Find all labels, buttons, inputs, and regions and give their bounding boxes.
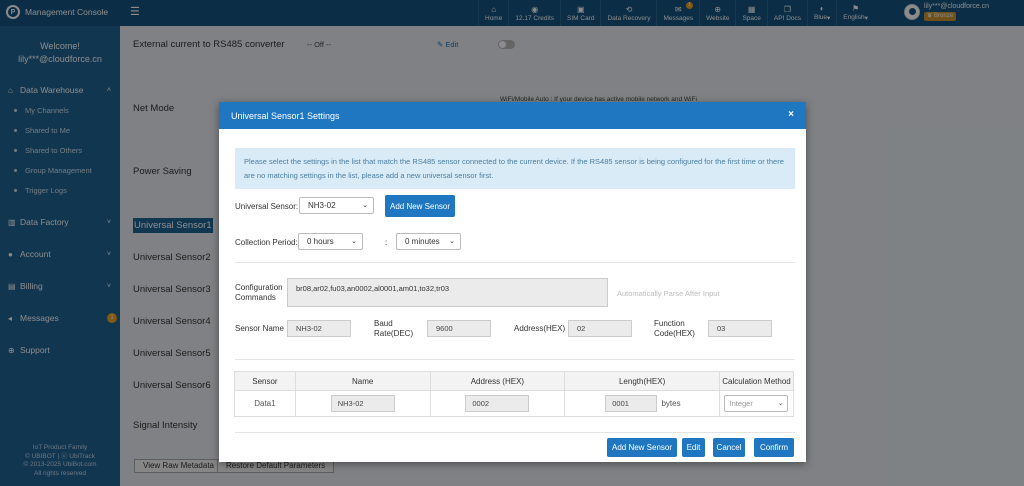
collection-period-label: Collection Period: xyxy=(235,238,298,247)
divider xyxy=(235,359,795,360)
edit-button[interactable]: Edit xyxy=(682,438,705,457)
row-method-value: Integer xyxy=(729,399,753,408)
chevron-down-icon: ⌄ xyxy=(351,238,357,245)
add-new-sensor-button[interactable]: Add New Sensor xyxy=(607,438,677,457)
divider xyxy=(235,262,795,263)
sensor-name-field[interactable]: NH3-02 xyxy=(287,320,351,337)
modal-title: Universal Sensor1 Settings xyxy=(231,110,340,121)
close-icon[interactable]: × xyxy=(788,109,794,120)
col-address: Address (HEX) xyxy=(429,371,566,391)
hours-value: 0 hours xyxy=(307,237,334,246)
sensor-name-label: Sensor Name xyxy=(235,324,284,333)
chevron-down-icon: ⌄ xyxy=(777,400,784,407)
row-name-field[interactable]: NH3-02 xyxy=(330,395,395,412)
chevron-down-icon: ⌄ xyxy=(362,202,368,209)
config-commands-label: Configuration Commands xyxy=(235,283,283,302)
baud-rate-field[interactable]: 9600 xyxy=(427,320,491,337)
confirm-button[interactable]: Confirm xyxy=(754,438,794,457)
info-notice: Please select the settings in the list t… xyxy=(235,148,795,189)
col-length: Length(HEX) xyxy=(564,371,720,391)
chevron-down-icon: ⌄ xyxy=(449,238,455,245)
parse-hint: Automatically Parse After Input xyxy=(617,289,720,298)
function-code-field[interactable]: 03 xyxy=(708,320,772,337)
universal-sensor-select[interactable]: NH3-02 ⌄ xyxy=(299,197,374,214)
address-field[interactable]: 02 xyxy=(568,320,632,337)
add-new-sensor-button-top[interactable]: Add New Sensor xyxy=(385,195,455,217)
minutes-select[interactable]: 0 minutes ⌄ xyxy=(396,233,461,250)
col-name: Name xyxy=(294,371,431,391)
table-header-row: Sensor Name Address (HEX) Length(HEX) Ca… xyxy=(234,371,795,391)
divider xyxy=(235,432,795,433)
row-length-field[interactable]: 0001 xyxy=(605,395,658,412)
row-method-select[interactable]: Integer ⌄ xyxy=(724,395,789,412)
col-calculation: Calculation Method xyxy=(718,371,795,391)
modal-header: Universal Sensor1 Settings × xyxy=(219,102,806,129)
sensor-settings-modal: Universal Sensor1 Settings × Please sele… xyxy=(219,102,806,462)
col-sensor: Sensor xyxy=(234,371,296,391)
function-code-label: Function Code(HEX) xyxy=(654,319,695,338)
row-sensor: Data1 xyxy=(234,390,296,417)
hours-select[interactable]: 0 hours ⌄ xyxy=(298,233,363,250)
universal-sensor-value: NH3-02 xyxy=(308,201,336,210)
row-length-unit: bytes xyxy=(661,398,681,408)
sensor-data-table: Sensor Name Address (HEX) Length(HEX) Ca… xyxy=(234,371,795,417)
cancel-button[interactable]: Cancel xyxy=(713,438,745,457)
universal-sensor-label: Universal Sensor: xyxy=(235,202,299,211)
baud-rate-label: Baud Rate(DEC) xyxy=(374,319,414,338)
period-separator: : xyxy=(385,238,388,247)
row-address-field[interactable]: 0002 xyxy=(465,395,530,412)
config-commands-textarea[interactable]: br08,ar02,fu03,an0002,al0001,am01,to32,t… xyxy=(287,278,608,307)
address-label: Address(HEX) xyxy=(514,324,566,333)
table-row: Data1 NH3-02 0002 0001 bytes Integer ⌄ xyxy=(234,390,795,417)
minutes-value: 0 minutes xyxy=(405,237,440,246)
